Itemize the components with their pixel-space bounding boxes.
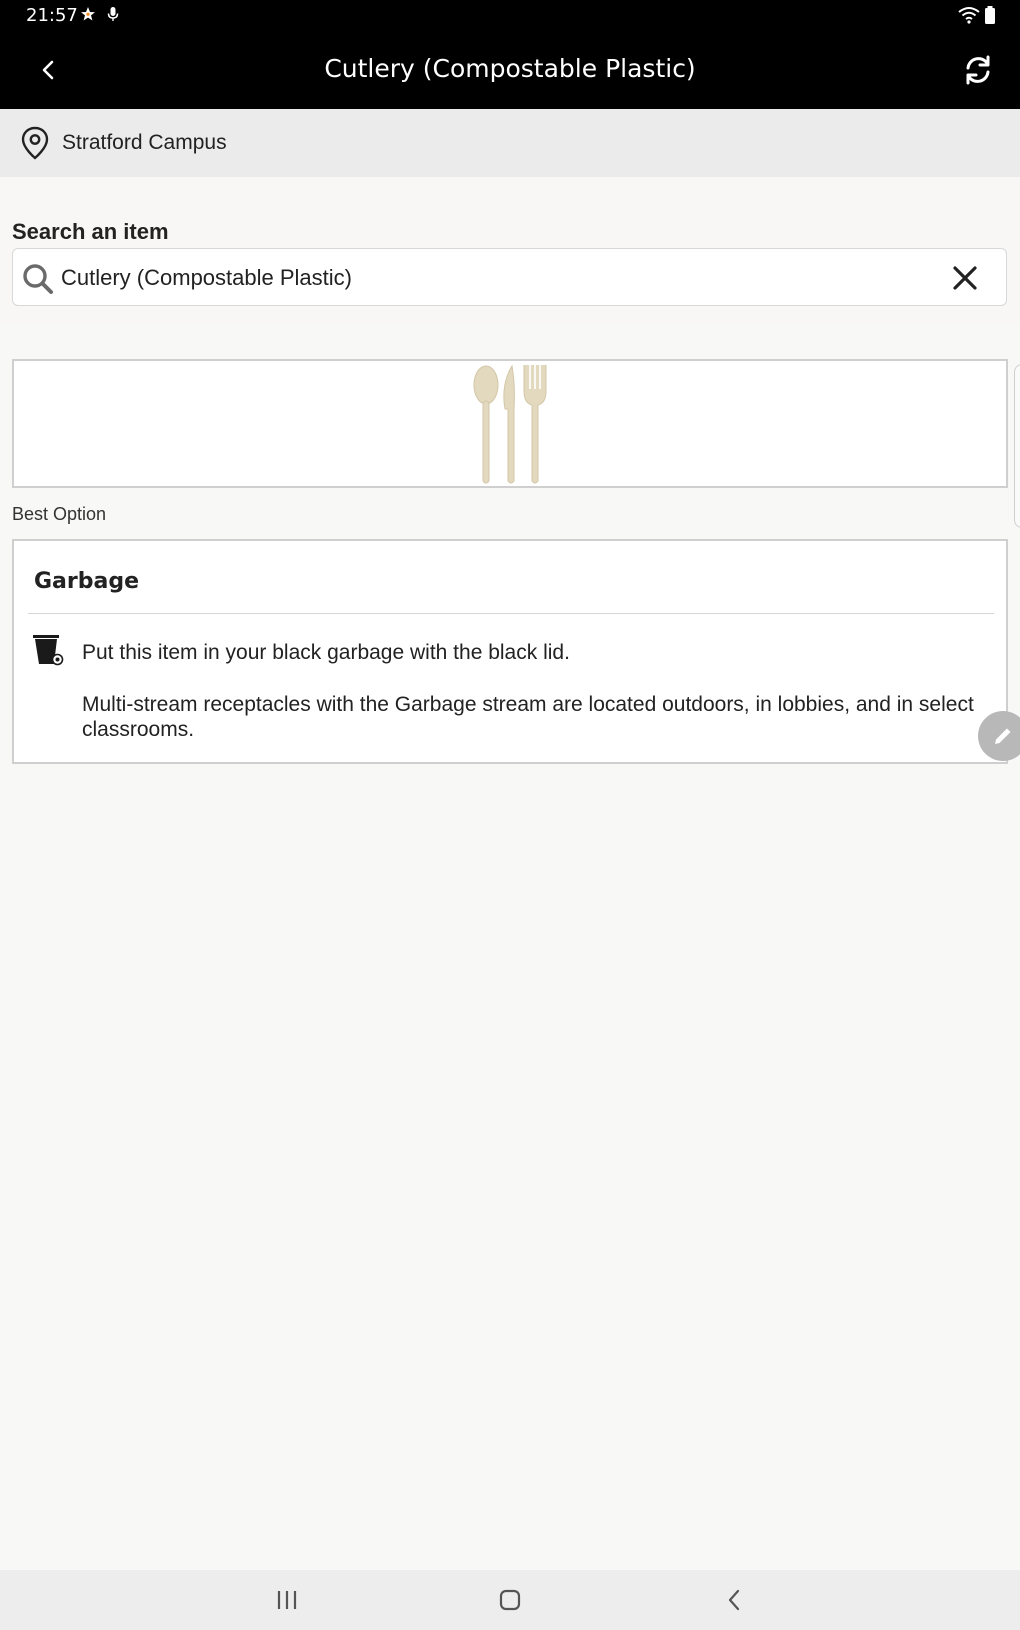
disposal-instruction: Put this item in your black garbage with…	[82, 641, 570, 664]
search-section: Search an item	[0, 177, 1020, 323]
back-icon	[728, 1589, 740, 1611]
item-image-card	[12, 359, 1008, 488]
close-icon[interactable]	[950, 263, 980, 293]
nav-back-button[interactable]	[714, 1584, 754, 1616]
disposal-title: Garbage	[34, 569, 140, 594]
search-input[interactable]	[61, 265, 861, 291]
status-bar: 21:57	[0, 0, 1020, 32]
wifi-icon	[958, 6, 980, 29]
disposal-details: Multi-stream receptacles with the Garbag…	[82, 693, 974, 741]
refresh-icon	[966, 55, 990, 85]
edit-icon	[995, 728, 1011, 744]
search-box[interactable]	[12, 248, 1007, 306]
divider	[28, 613, 994, 614]
cutlery-icon	[473, 364, 547, 484]
best-option-label: Best Option	[12, 504, 107, 524]
location-pin-icon	[21, 126, 49, 160]
home-icon	[499, 1589, 521, 1611]
location-bar[interactable]: Stratford Campus	[0, 109, 1020, 177]
search-label: Search an item	[12, 219, 169, 244]
location-label: Stratford Campus	[62, 131, 227, 154]
system-nav-bar	[0, 1570, 1020, 1630]
refresh-button[interactable]	[956, 48, 1000, 92]
mic-icon	[106, 6, 120, 27]
recent-apps-icon	[277, 1591, 297, 1609]
garbage-bin-icon	[33, 635, 64, 666]
search-icon	[23, 264, 53, 294]
status-time: 21:57	[26, 5, 78, 26]
edit-button[interactable]	[978, 711, 1020, 761]
side-drawer-handle[interactable]	[1014, 364, 1020, 528]
battery-icon	[984, 6, 996, 29]
star-icon	[80, 6, 96, 27]
page-title: Cutlery (Compostable Plastic)	[324, 54, 696, 83]
disposal-card: Garbage Put this item in your black garb…	[12, 539, 1008, 764]
recent-apps-button[interactable]	[267, 1584, 307, 1616]
home-button[interactable]	[490, 1584, 530, 1616]
app-bar: Cutlery (Compostable Plastic)	[0, 32, 1020, 109]
